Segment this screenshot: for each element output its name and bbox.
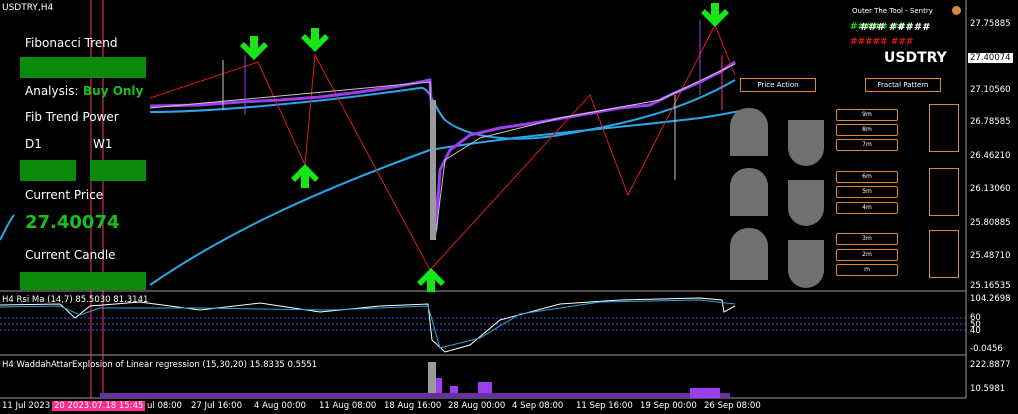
pattern-shape	[788, 180, 824, 226]
time-axis-label: 11 Aug 08:00	[319, 401, 377, 411]
gear-icon[interactable]	[952, 6, 961, 15]
sell-arrow-icon	[240, 36, 268, 60]
sell-arrow-icon	[701, 3, 729, 27]
time-axis-label: 4 Aug 00:00	[254, 401, 306, 411]
hash-row-2: ### #####	[860, 22, 931, 33]
hash-row-3: ##### ###	[850, 37, 914, 47]
time-cursor-label: 20 2023.07.18 15:45	[52, 401, 146, 411]
price-axis-label: 27.10560	[970, 85, 1011, 95]
fast-ma-line	[149, 79, 736, 140]
candles	[149, 60, 736, 231]
fib-trend-indicator	[20, 57, 146, 78]
time-axis-label: 26 Sep 08:00	[704, 401, 761, 411]
pattern-box	[929, 104, 959, 152]
pattern-shape	[730, 228, 768, 280]
price-axis-label: 25.16535	[970, 281, 1011, 291]
current-price-label: Current Price	[25, 188, 104, 202]
tf-button[interactable]: m	[836, 264, 898, 276]
price-axis-label: 26.13060	[970, 184, 1011, 194]
waddah-axis-label: 10.5981	[970, 384, 1006, 394]
pattern-shape	[730, 108, 768, 156]
rsi-axis-label: 104.2698	[970, 294, 1011, 304]
tf-button[interactable]: 2m	[836, 249, 898, 261]
tf-button[interactable]: 6m	[836, 171, 898, 183]
slow-ma-line	[149, 109, 746, 286]
waddah-axis-label: 222.8877	[970, 360, 1011, 370]
tf-button[interactable]: 5m	[836, 186, 898, 198]
brand-label: Outer The Tool - Sentry	[852, 7, 933, 15]
tf-button[interactable]: 4m	[836, 202, 898, 214]
pattern-shape	[788, 120, 824, 166]
time-axis-label: 19 Sep 00:00	[640, 401, 697, 411]
tf-button[interactable]: 3m	[836, 233, 898, 245]
price-axis-label: 25.48710	[970, 251, 1011, 261]
waddah-title: H4 WaddahAttarExplosion of Linear regres…	[2, 360, 318, 370]
current-candle-indicator	[20, 272, 146, 290]
time-axis-label: 28 Aug 00:00	[448, 401, 506, 411]
current-price-marker: 27.40074	[968, 53, 1013, 63]
tf-button[interactable]: 7m	[836, 139, 898, 151]
time-axis-label: 27 Jul 16:00	[191, 401, 242, 411]
rsi-title: H4 Rsi Ma (14,7) 85.5030 81.3141	[2, 295, 149, 305]
analysis-label: Analysis:	[25, 84, 79, 98]
price-axis-label: 27.75885	[970, 19, 1011, 29]
symbol-title: USDTRY,H4	[2, 3, 54, 13]
price-action-button[interactable]: Price Action	[740, 78, 816, 92]
current-candle-label: Current Candle	[25, 248, 116, 262]
time-axis-label: 11 Sep 16:00	[576, 401, 633, 411]
pattern-shape	[730, 168, 768, 216]
tf-d1-label: D1	[25, 137, 42, 151]
time-axis-label: ul 08:00	[147, 401, 182, 411]
tf-button[interactable]: 9m	[836, 109, 898, 121]
fib-power-label: Fib Trend Power	[25, 110, 119, 124]
time-axis-label: 18 Aug 16:00	[384, 401, 442, 411]
tf-button[interactable]: 8m	[836, 124, 898, 136]
current-price-value: 27.40074	[25, 212, 120, 233]
symbol-big-label: USDTRY	[884, 50, 947, 66]
pattern-box	[929, 168, 959, 216]
pattern-box	[929, 230, 959, 278]
buy-arrow-icon	[417, 268, 445, 292]
fib-trend-label: Fibonacci Trend	[25, 36, 118, 50]
rsi-axis-label: 40	[970, 326, 981, 336]
price-axis-label: 26.46210	[970, 151, 1011, 161]
sell-arrow-icon	[301, 28, 329, 52]
rsi-axis-label: -0.0456	[970, 344, 1003, 354]
price-axis-label: 25.80885	[970, 218, 1011, 228]
fractal-pattern-button[interactable]: Fractal Pattern	[865, 78, 941, 92]
d1-power-indicator	[20, 160, 76, 181]
pattern-shape	[788, 240, 824, 288]
time-axis-label: 11 Jul 2023	[2, 401, 51, 411]
price-axis-label: 26.78585	[970, 117, 1011, 127]
buy-arrow-icon	[291, 164, 319, 188]
analysis-value: Buy Only	[83, 84, 144, 98]
w1-power-indicator	[90, 160, 146, 181]
tf-w1-label: W1	[93, 137, 113, 151]
time-axis-label: 4 Sep 08:00	[512, 401, 564, 411]
